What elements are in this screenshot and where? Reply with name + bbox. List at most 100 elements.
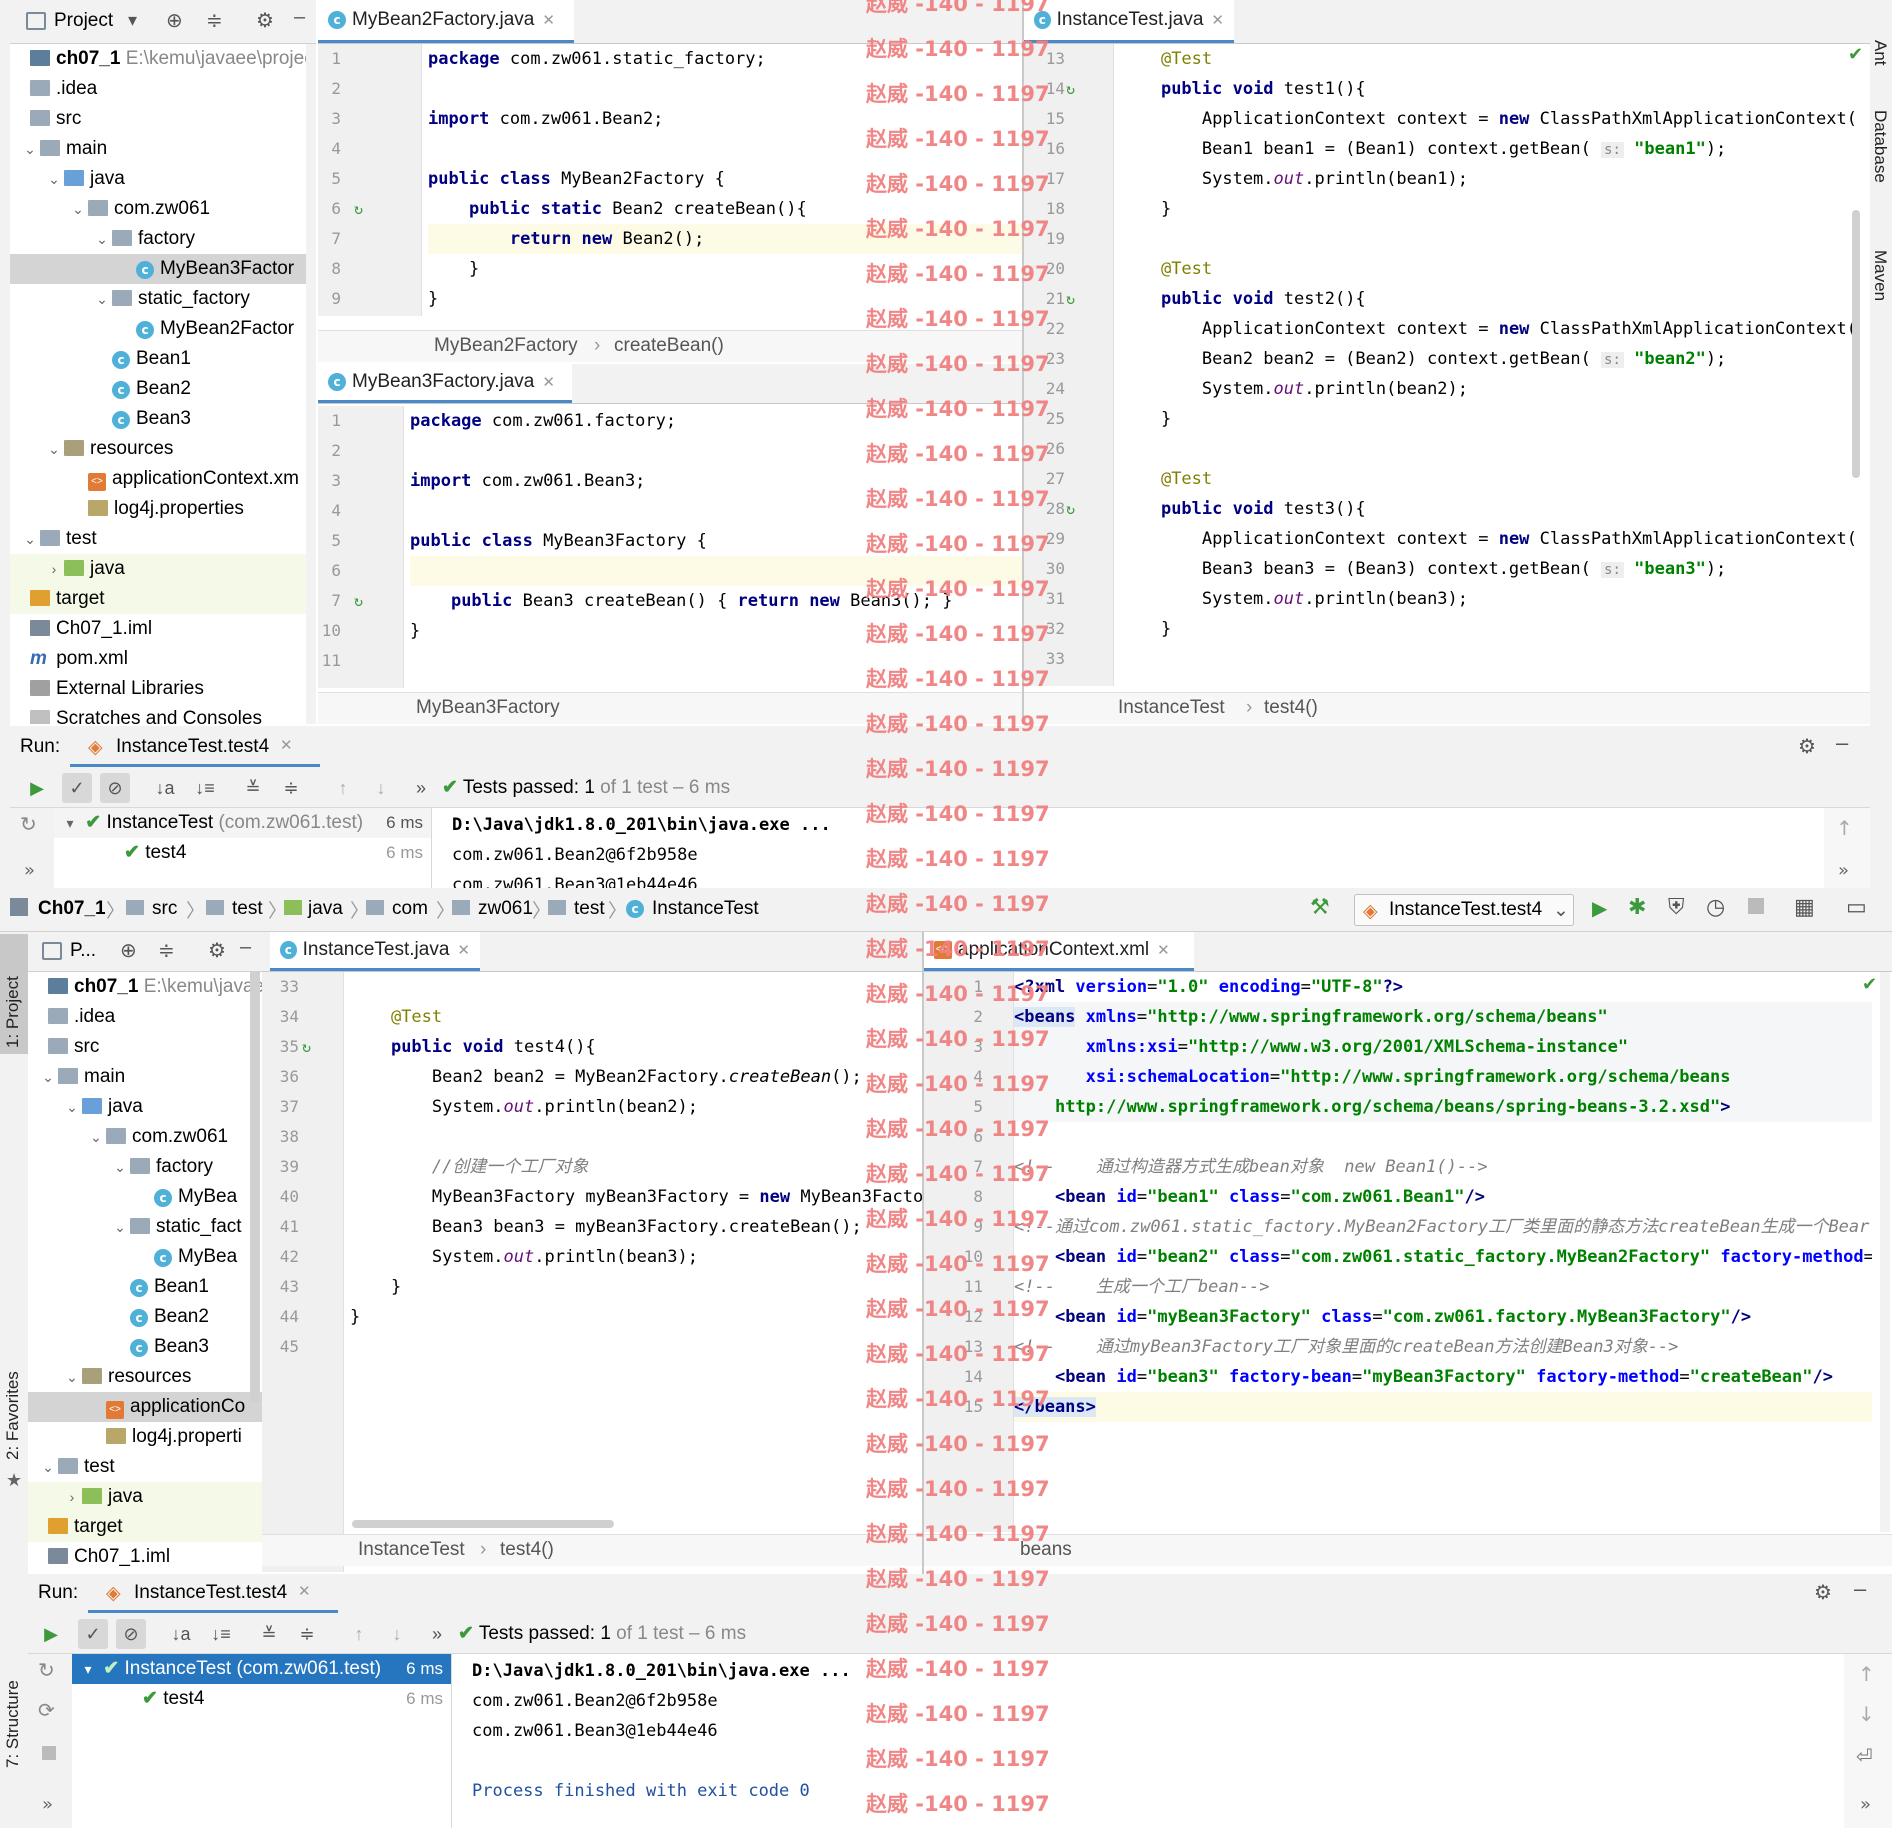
- code-line[interactable]: <bean id="myBean3Factory" class="com.zw0…: [1014, 1302, 1751, 1332]
- close-icon[interactable]: ✕: [542, 373, 555, 391]
- code-line[interactable]: <!--通过com.zw061.static_factory.MyBean2Fa…: [1014, 1212, 1869, 1242]
- code-line[interactable]: http://www.springframework.org/schema/be…: [1014, 1092, 1872, 1122]
- tree-item[interactable]: c MyBean3Factor: [10, 254, 316, 284]
- project-view-icon[interactable]: [26, 12, 46, 30]
- code-line[interactable]: package com.zw061.static_factory;: [428, 44, 766, 74]
- close-icon[interactable]: ✕: [542, 11, 555, 29]
- more-icon[interactable]: »: [406, 773, 436, 803]
- stop-icon[interactable]: [42, 1746, 56, 1760]
- code-line[interactable]: }: [1120, 614, 1171, 644]
- tree-item[interactable]: › java: [28, 1482, 262, 1512]
- run-config-select[interactable]: ◈ InstanceTest.test4 ⌄: [1354, 894, 1574, 926]
- crumb-method[interactable]: test4(): [1264, 693, 1318, 723]
- code-line[interactable]: System.out.println(bean2);: [1120, 374, 1468, 404]
- chevron-down-icon[interactable]: ▾: [60, 808, 80, 838]
- tool-window-database[interactable]: Database: [1870, 110, 1890, 183]
- code-line[interactable]: <!-- 通过myBean3Factory工厂对象里面的createBean方法…: [1014, 1332, 1678, 1362]
- crumb-module[interactable]: Ch07_1: [38, 898, 106, 920]
- project-view-icon[interactable]: [42, 942, 62, 960]
- crumb-class[interactable]: MyBean2Factory: [434, 331, 578, 361]
- tab-instancetest[interactable]: c InstanceTest.java ✕: [270, 932, 480, 971]
- crumb-class[interactable]: InstanceTest: [358, 1535, 465, 1565]
- code-line[interactable]: xmlns:xsi="http://www.w3.org/2001/XMLSch…: [1014, 1032, 1872, 1062]
- up-icon[interactable]: ↑: [344, 1619, 374, 1649]
- tree-item[interactable]: <> applicationCo: [28, 1392, 262, 1422]
- project-structure-icon[interactable]: ▦: [1794, 894, 1815, 920]
- tool-window-project-label[interactable]: 1: Project: [3, 976, 23, 1048]
- chevron-down-icon[interactable]: ⌄: [110, 1152, 130, 1182]
- editor-e-scrollbar[interactable]: [1880, 972, 1890, 1532]
- soft-wrap-icon[interactable]: ⏎: [1856, 1744, 1873, 1768]
- gear-icon[interactable]: ⚙: [1814, 1580, 1832, 1605]
- run-tab-label[interactable]: InstanceTest.test4: [116, 736, 269, 758]
- crumb-zw061[interactable]: zw061: [478, 898, 533, 920]
- rerun-icon[interactable]: ▶: [36, 1619, 66, 1649]
- tree-item[interactable]: ⌄ main: [28, 1062, 262, 1092]
- code-line[interactable]: xsi:schemaLocation="http://www.springfra…: [1014, 1062, 1872, 1092]
- layout-icon[interactable]: ▭: [1846, 894, 1867, 920]
- tree-item[interactable]: c Bean1: [10, 344, 316, 374]
- tree-item[interactable]: c Bean2: [28, 1302, 262, 1332]
- tree-scrollbar[interactable]: [250, 972, 260, 1402]
- project-view-label[interactable]: P...: [70, 940, 96, 962]
- tree-item[interactable]: ⌄ com.zw061: [28, 1122, 262, 1152]
- crumb-class[interactable]: InstanceTest: [652, 898, 759, 920]
- code-line[interactable]: Bean3 bean3 = (Bean3) context.getBean( s…: [1120, 554, 1726, 584]
- locate-icon[interactable]: ⊕: [166, 8, 183, 33]
- tab-mybean2factory[interactable]: c MyBean2Factory.java ✕: [318, 0, 574, 43]
- code-line[interactable]: <!-- 生成一个工厂bean-->: [1014, 1272, 1270, 1302]
- code-line[interactable]: public void test3(){: [1120, 494, 1366, 524]
- crumb-method[interactable]: test4(): [500, 1535, 554, 1565]
- gear-icon[interactable]: ⚙: [208, 938, 226, 963]
- toggle-auto-test-icon[interactable]: ⟳: [38, 1698, 55, 1722]
- code-line[interactable]: ApplicationContext context = new ClassPa…: [1120, 104, 1860, 134]
- chevron-down-icon[interactable]: ⌄: [62, 1092, 82, 1122]
- tree-item[interactable]: c Bean3: [10, 404, 316, 434]
- close-icon[interactable]: ✕: [298, 1582, 311, 1600]
- tree-item[interactable]: ⌄ com.zw061: [10, 194, 316, 224]
- scroll-down-icon[interactable]: ↓: [1858, 1702, 1875, 1726]
- gear-icon[interactable]: ⚙: [1798, 734, 1816, 759]
- code-line[interactable]: //创建一个工厂对象: [350, 1152, 588, 1182]
- code-line[interactable]: import com.zw061.Bean2;: [428, 104, 663, 134]
- tool-window-structure-label[interactable]: 7: Structure: [3, 1680, 23, 1768]
- tree-item[interactable]: c MyBean2Factor: [10, 314, 316, 344]
- code-line[interactable]: }: [410, 616, 420, 646]
- collapse-all-icon[interactable]: ≑: [292, 1619, 322, 1649]
- chevron-down-icon[interactable]: ⌄: [38, 1452, 58, 1482]
- rerun-failed-icon[interactable]: ↻: [38, 1658, 55, 1682]
- star-icon[interactable]: ★: [6, 1470, 22, 1491]
- rerun-failed-icon[interactable]: ↻: [20, 812, 37, 836]
- tree-item[interactable]: ⌄ test: [10, 524, 316, 554]
- code-line[interactable]: }: [350, 1302, 360, 1332]
- tree-item[interactable]: c Bean3: [28, 1332, 262, 1362]
- collapse-all-icon[interactable]: ≑: [206, 8, 223, 33]
- scroll-up-icon[interactable]: ↑: [1836, 816, 1853, 840]
- more-icon[interactable]: »: [1838, 860, 1849, 881]
- code-line[interactable]: Bean2 bean2 = MyBean2Factory.createBean(…: [350, 1062, 862, 1092]
- build-hammer-icon[interactable]: ⚒: [1310, 894, 1330, 920]
- tab-mybean3factory[interactable]: c MyBean3Factory.java ✕: [318, 364, 572, 403]
- chevron-down-icon[interactable]: ▾: [128, 10, 137, 31]
- crumb-class[interactable]: InstanceTest: [1118, 693, 1225, 723]
- console-output[interactable]: D:\Java\jdk1.8.0_201\bin\java.exe ... com…: [444, 808, 1824, 888]
- more-icon[interactable]: »: [422, 1619, 452, 1649]
- tree-item[interactable]: src: [10, 104, 316, 134]
- tool-window-favorites-label[interactable]: 2: Favorites: [3, 1371, 23, 1460]
- editor-c-code[interactable]: @Test public void test1(){ ApplicationCo…: [1120, 44, 1860, 686]
- code-line[interactable]: @Test: [350, 1002, 442, 1032]
- run-test-icon[interactable]: ↻: [354, 200, 363, 218]
- code-line[interactable]: @Test: [1120, 464, 1212, 494]
- code-line[interactable]: }: [1120, 194, 1171, 224]
- minimize-icon[interactable]: –: [240, 936, 251, 959]
- editor-e-code[interactable]: <?xml version="1.0" encoding="UTF-8"?> <b…: [1014, 972, 1872, 1532]
- code-line[interactable]: import com.zw061.Bean3;: [410, 466, 645, 496]
- close-icon[interactable]: ✕: [280, 736, 293, 754]
- tree-item[interactable]: ⌄ test: [28, 1452, 262, 1482]
- crumb-method[interactable]: createBean(): [614, 331, 724, 361]
- expand-all-icon[interactable]: ≚: [254, 1619, 284, 1649]
- project-view-label[interactable]: Project: [54, 10, 113, 32]
- code-line[interactable]: Bean2 bean2 = (Bean2) context.getBean( s…: [1120, 344, 1726, 374]
- gear-icon[interactable]: ⚙: [256, 8, 274, 33]
- tree-scrollbar[interactable]: [306, 44, 316, 724]
